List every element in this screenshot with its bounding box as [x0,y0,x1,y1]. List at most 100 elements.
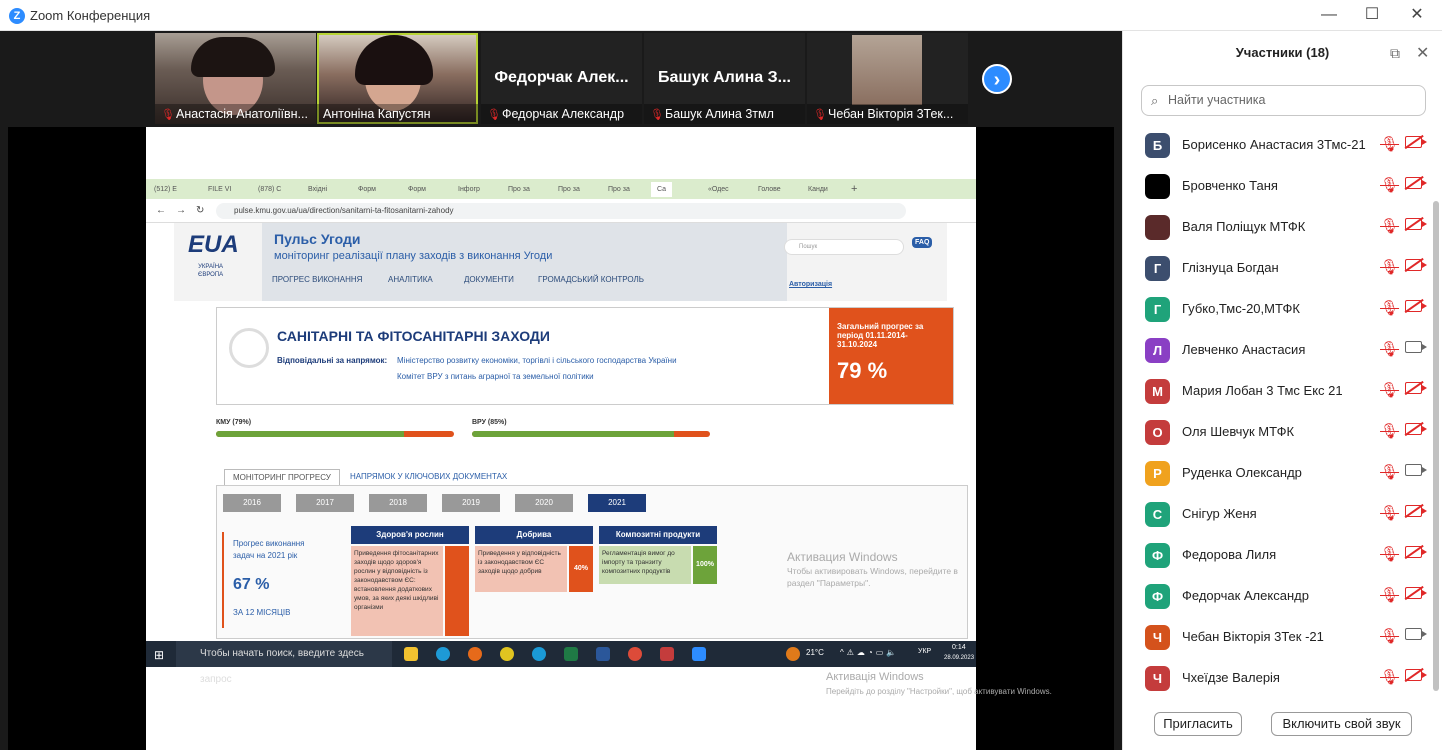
chrome-active-icon[interactable] [628,647,642,661]
participant-row[interactable]: Ф Федорова Лиля 🎙 [1123,535,1433,576]
site-nav-public-control[interactable]: ГРОМАДСЬКИЙ КОНТРОЛЬ [538,275,644,284]
year-button[interactable]: 2017 [296,494,354,512]
camera-off-icon[interactable] [1405,382,1427,394]
mic-muted-icon[interactable]: 🎙 [1380,258,1399,276]
browser-tab[interactable]: Про за [558,182,580,197]
mic-muted-icon[interactable]: 🎙 [1380,545,1399,563]
browser-tab[interactable]: Форм [358,182,376,197]
excel-icon[interactable] [564,647,578,661]
explorer-icon[interactable] [404,647,418,661]
camera-off-icon[interactable] [1405,136,1427,148]
browser-tab[interactable]: FILE VI [208,182,231,197]
tray-icons[interactable]: ^⚠☁◔▭🔈 [840,648,899,657]
browser-tab-active[interactable]: Са [651,182,673,197]
mic-muted-icon[interactable]: 🎙 [1380,176,1399,194]
browser-tab[interactable]: Форм [408,182,426,197]
participant-search-input[interactable]: ⌕ Найти участника [1141,85,1426,116]
tab-key-documents[interactable]: НАПРЯМОК У КЛЮЧОВИХ ДОКУМЕНТАХ [342,469,515,485]
year-button[interactable]: 2019 [442,494,500,512]
participant-row[interactable]: Бровченко Таня 🎙 [1123,166,1433,207]
faq-icon[interactable]: FAQ [912,237,933,248]
site-search-input[interactable]: Пошук [784,239,904,255]
participant-row[interactable]: Ч Чхеїдзе Валерія 🎙 [1123,658,1433,699]
video-tile[interactable]: 🎙Чебан Вікторія 3Тек... [807,33,968,124]
browser-tab[interactable]: Інфогр [458,182,480,197]
url-field[interactable]: pulse.kmu.gov.ua/ua/direction/sanitarni-… [216,203,906,219]
firefox-icon[interactable] [468,647,482,661]
year-button[interactable]: 2018 [369,494,427,512]
camera-off-icon[interactable] [1405,259,1427,271]
participant-row[interactable]: Г Губко,Тмс-20,МТФК 🎙 [1123,289,1433,330]
browser-tab[interactable]: Голове [758,182,781,197]
browser-tab[interactable]: Вхідні [308,182,327,197]
close-window-button[interactable]: ✕ [1397,4,1437,26]
mic-muted-icon[interactable]: 🎙 [1380,463,1399,481]
reload-icon[interactable]: ↻ [196,205,204,216]
card-title[interactable]: Добрива [475,526,593,544]
minimize-button[interactable]: — [1309,4,1349,26]
mic-muted-icon[interactable]: 🎙 [1380,504,1399,522]
maximize-button[interactable]: ☐ [1352,4,1392,26]
participant-row[interactable]: С Снігур Женя 🎙 [1123,494,1433,535]
camera-off-icon[interactable] [1405,505,1427,517]
camera-off-icon[interactable] [1405,177,1427,189]
auth-link[interactable]: Авторизація [789,281,832,288]
tab-monitoring[interactable]: МОНІТОРИНГ ПРОГРЕСУ [224,469,340,485]
camera-off-icon[interactable] [1405,587,1427,599]
browser-tab[interactable]: (878) C [258,182,281,197]
camera-icon[interactable] [1405,341,1427,353]
close-icon[interactable]: ✕ [1416,43,1429,63]
chrome-icon[interactable] [500,647,514,661]
word-icon[interactable] [596,647,610,661]
windows-start-icon[interactable]: ⊞ [154,648,164,662]
participant-row[interactable]: Б Борисенко Анастасия 3Тмс-21 🎙 [1123,125,1433,166]
unmute-button[interactable]: Включить свой звук [1271,712,1412,736]
card-title[interactable]: Здоров'я рослин [351,526,469,544]
camera-off-icon[interactable] [1405,218,1427,230]
camera-off-icon[interactable] [1405,423,1427,435]
invite-button[interactable]: Пригласить [1154,712,1242,736]
year-button-active[interactable]: 2021 [588,494,646,512]
participant-row[interactable]: Л Левченко Анастасия 🎙 [1123,330,1433,371]
browser-tab[interactable]: «Одес [708,182,729,197]
participant-row[interactable]: О Оля Шевчук МТФК 🎙 [1123,412,1433,453]
participant-row[interactable]: Р Руденка Олександр 🎙 [1123,453,1433,494]
participant-row[interactable]: Валя Поліщук МТФК 🎙 [1123,207,1433,248]
site-nav-documents[interactable]: ДОКУМЕНТИ [464,275,514,284]
camera-icon[interactable] [1405,464,1427,476]
card-title[interactable]: Композитні продукти [599,526,717,544]
mic-muted-icon[interactable]: 🎙 [1380,668,1399,686]
site-nav-progress[interactable]: ПРОГРЕС ВИКОНАННЯ [272,275,362,284]
year-button[interactable]: 2016 [223,494,281,512]
popout-icon[interactable]: ⧉ [1390,45,1400,62]
new-tab-icon[interactable]: + [851,182,857,197]
back-icon[interactable]: ← [156,205,166,216]
mic-muted-icon[interactable]: 🎙 [1380,217,1399,235]
participant-row[interactable]: Ф Федорчак Александр 🎙 [1123,576,1433,617]
video-tile[interactable]: 🎙Анастасія Анатоліївн... [155,33,316,124]
video-tile-active[interactable]: Антоніна Капустян [317,33,478,124]
app-icon[interactable] [692,647,706,661]
browser-tab[interactable]: Про за [608,182,630,197]
browser-tab[interactable]: (512) E [154,182,177,197]
mic-muted-icon[interactable]: 🎙 [1380,627,1399,645]
browser-tab[interactable]: Канди [808,182,828,197]
edge-icon[interactable] [436,647,450,661]
camera-icon[interactable] [1405,628,1427,640]
camera-off-icon[interactable] [1405,546,1427,558]
video-tile[interactable]: Башук Алина З... 🎙Башук Алина 3тмл [644,33,805,124]
scrollbar[interactable] [1433,201,1439,691]
mic-muted-icon[interactable]: 🎙 [1380,135,1399,153]
taskbar-search[interactable]: Чтобы начать поиск, введите здесь запрос [176,641,392,685]
input-language[interactable]: УКР [918,648,931,655]
participant-row[interactable]: Ч Чебан Вікторія 3Тек -21 🎙 [1123,617,1433,658]
forward-icon[interactable]: → [176,205,186,216]
mic-muted-icon[interactable]: 🎙 [1380,299,1399,317]
camera-off-icon[interactable] [1405,669,1427,681]
video-tile[interactable]: Федорчак Алек... 🎙Федорчак Александр [481,33,642,124]
site-nav-analytics[interactable]: АНАЛІТИКА [388,275,433,284]
mic-muted-icon[interactable]: 🎙 [1380,340,1399,358]
browser-tab[interactable]: Про за [508,182,530,197]
participant-row[interactable]: М Мария Лобан 3 Тмс Екс 21 🎙 [1123,371,1433,412]
mic-muted-icon[interactable]: 🎙 [1380,422,1399,440]
